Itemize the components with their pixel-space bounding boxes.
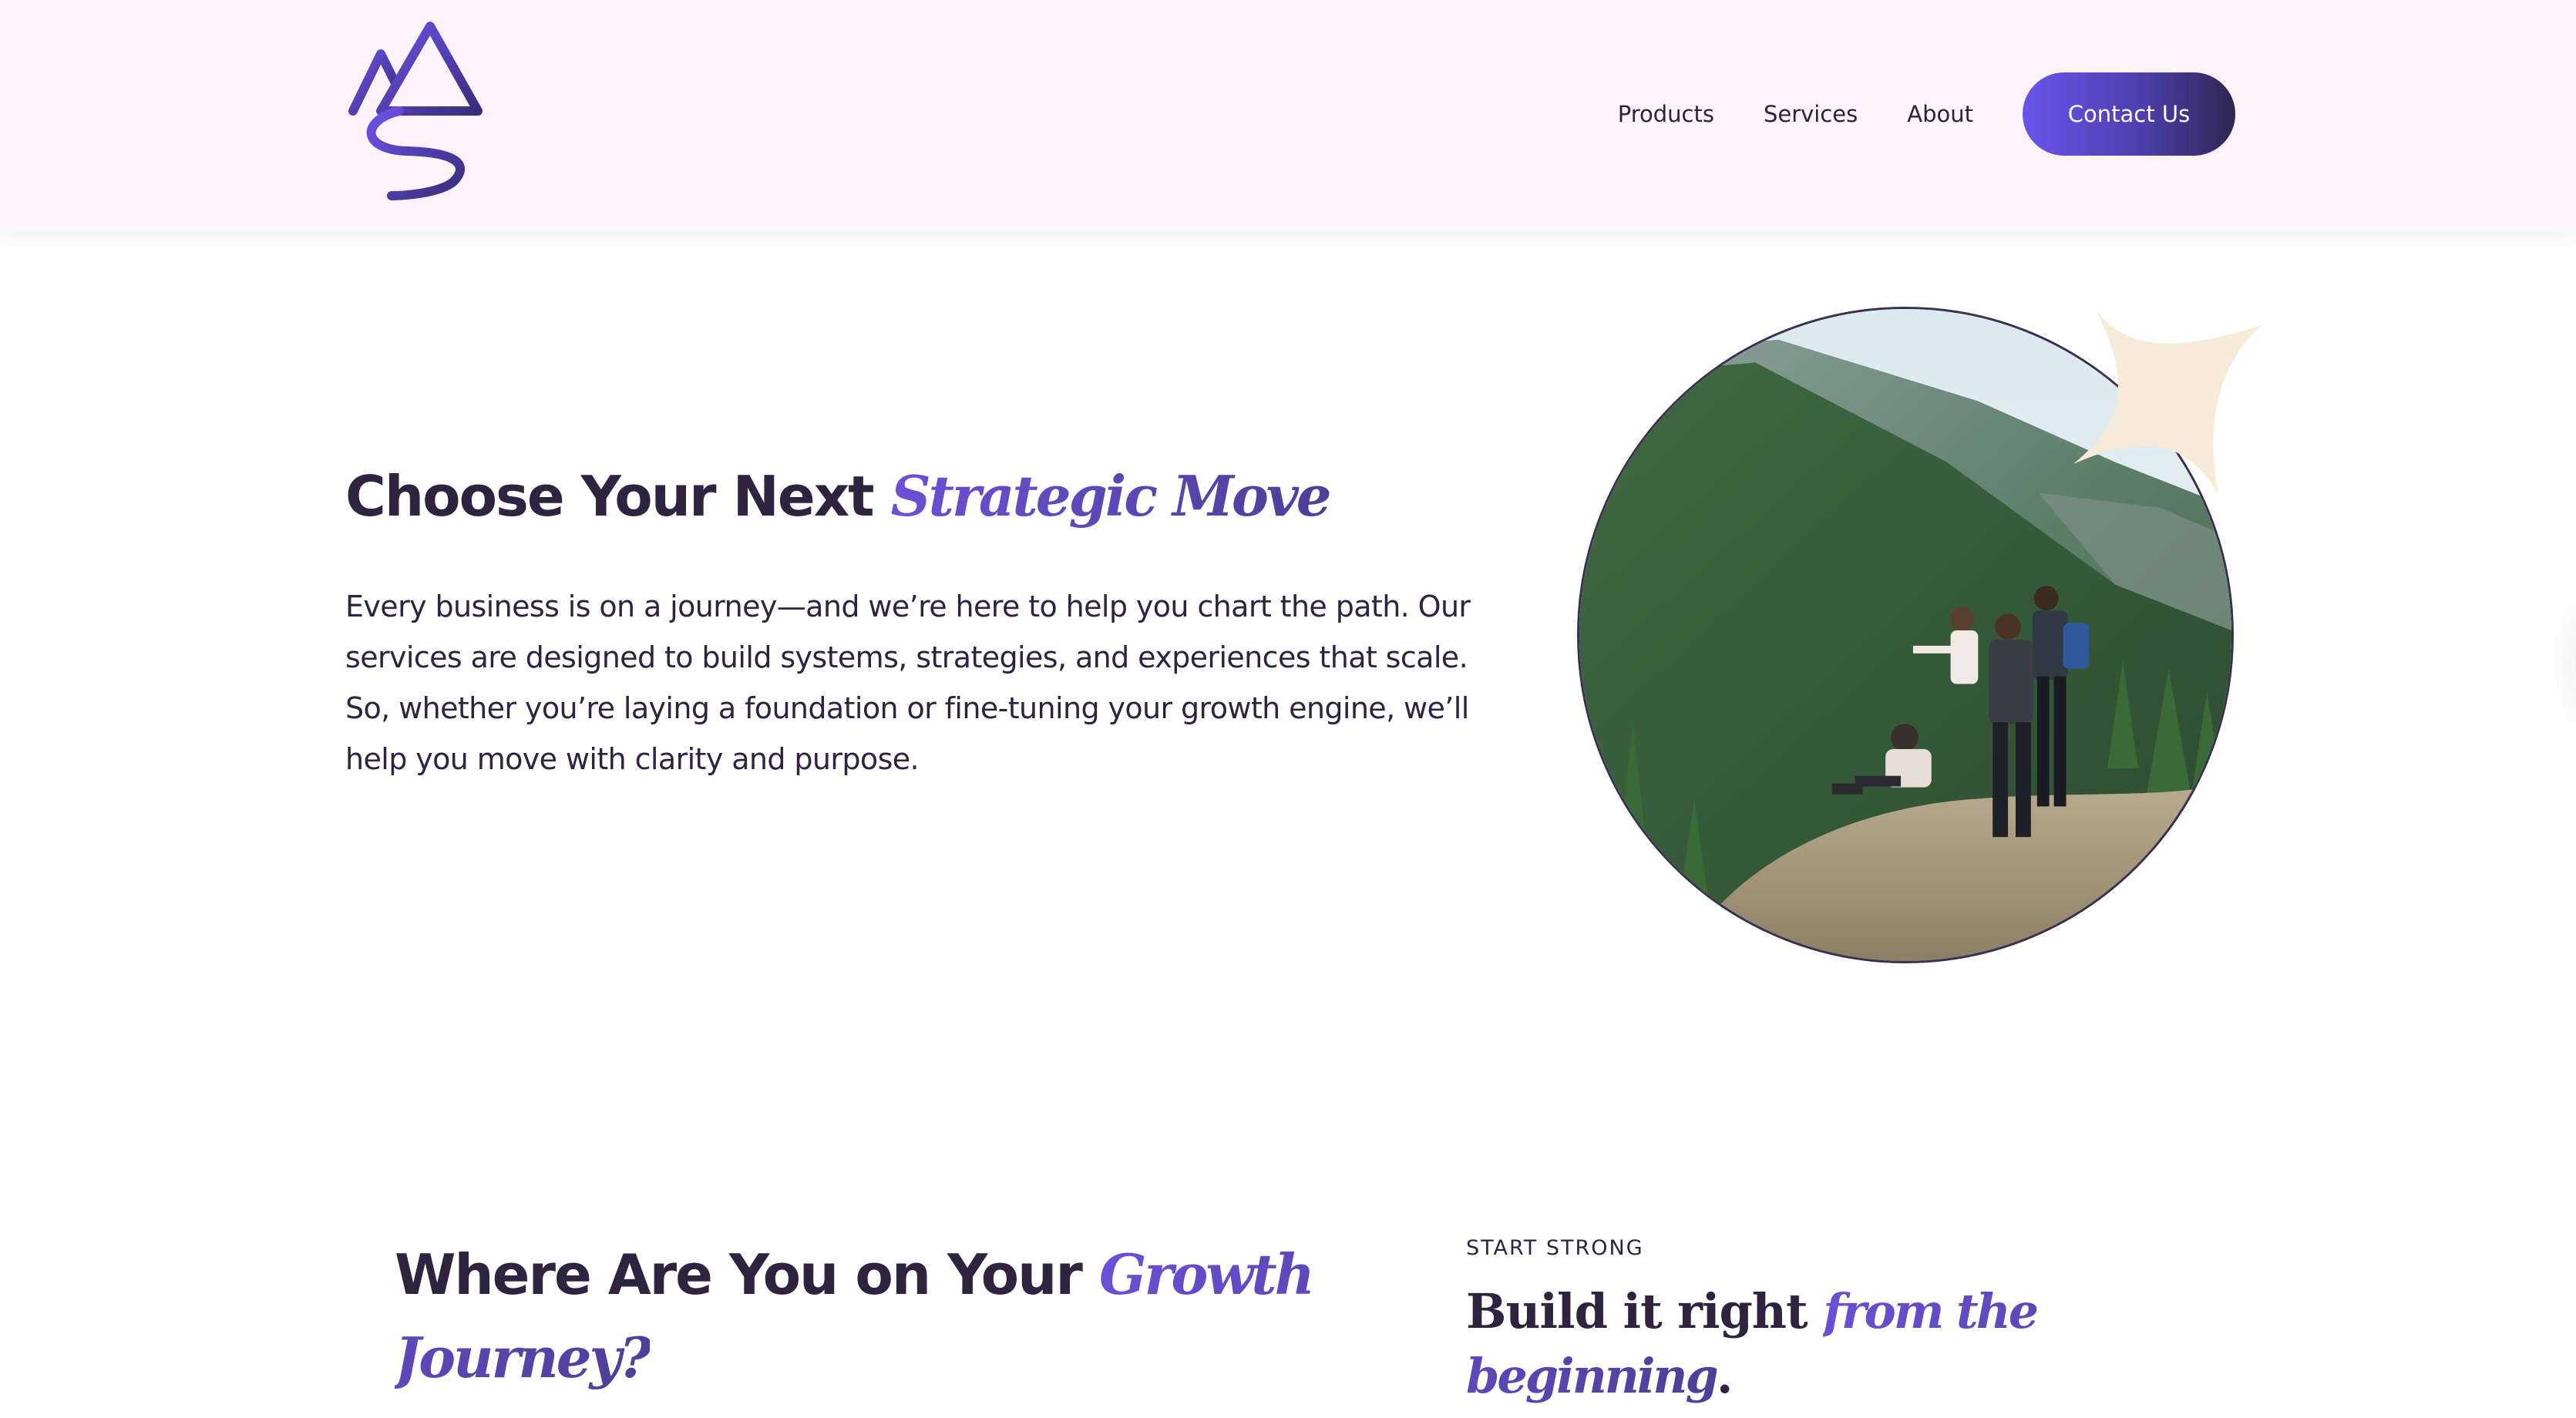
- nav-products-link[interactable]: Products: [1618, 101, 1714, 127]
- growth-title-plain: Where Are You on Your: [395, 1242, 1099, 1307]
- hero-title-accent: Strategic Move: [890, 463, 1332, 529]
- mountains-path-logo[interactable]: [345, 20, 487, 200]
- hero-title-plain: Choose Your Next: [345, 464, 891, 529]
- site-header: Products Services About Contact Us: [0, 0, 2576, 231]
- main-nav: Products Services About Contact Us: [1618, 72, 2235, 156]
- contact-us-button[interactable]: Contact Us: [2023, 72, 2235, 156]
- edge-shadow: [2551, 586, 2576, 740]
- growth-journey-title: Where Are You on Your Growth Journey?: [395, 1233, 1358, 1400]
- hero-description: Every business is on a journey—and we’re…: [345, 590, 1471, 776]
- hero-title: Choose Your Next Strategic Move: [345, 465, 1347, 527]
- nav-about-link[interactable]: About: [1907, 101, 1973, 127]
- nav-services-link[interactable]: Services: [1764, 101, 1858, 127]
- build-title-plain: Build it right: [1466, 1283, 1824, 1339]
- start-strong-eyebrow: START STRONG: [1466, 1236, 1644, 1260]
- build-title-end: .: [1716, 1348, 1734, 1404]
- build-it-right-title: Build it right from the beginning.: [1466, 1279, 2052, 1409]
- sparkle-star-icon: [2073, 308, 2262, 495]
